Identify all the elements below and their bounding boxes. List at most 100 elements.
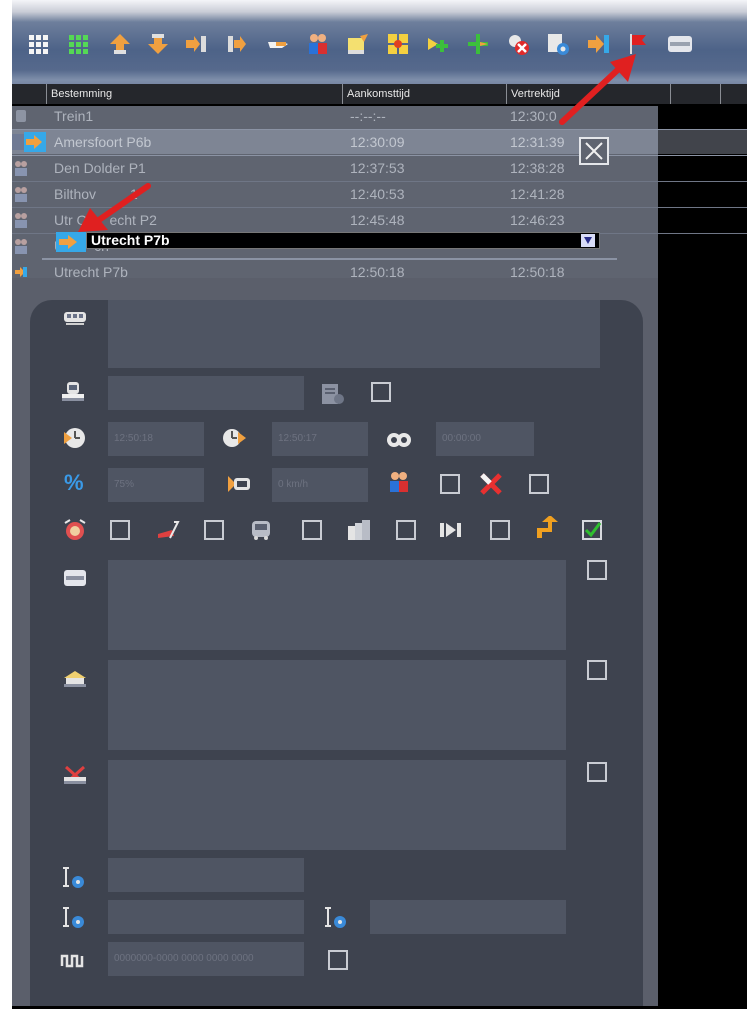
train-icon bbox=[16, 110, 26, 122]
alarm-checkbox[interactable] bbox=[110, 520, 130, 540]
row-arrival: 12:40:53 bbox=[350, 186, 405, 202]
text-setting-field[interactable] bbox=[108, 900, 304, 934]
table-row[interactable]: Utrecht P7b 12:50:18 12:50:18 bbox=[12, 260, 747, 284]
annotation-arrow bbox=[78, 183, 151, 232]
add-plus-icon[interactable] bbox=[466, 32, 490, 56]
row-arrival: 12:45:48 bbox=[350, 212, 405, 228]
cancel-stop-checkbox[interactable] bbox=[529, 474, 549, 494]
enter-arrow-icon bbox=[12, 132, 46, 152]
text-setting-field[interactable] bbox=[370, 900, 566, 934]
cancellation-note-checkbox[interactable] bbox=[587, 762, 607, 782]
station-select[interactable]: Utrecht P7b bbox=[86, 232, 600, 249]
move-down-icon[interactable] bbox=[146, 32, 170, 56]
sign-checkbox[interactable] bbox=[204, 520, 224, 540]
close-button[interactable] bbox=[579, 137, 609, 165]
chevron-down-icon[interactable] bbox=[581, 234, 595, 247]
copy-pages-icon bbox=[348, 520, 370, 540]
skip-stop-icon bbox=[440, 523, 461, 537]
platform-comment-checkbox[interactable] bbox=[587, 560, 607, 580]
departure-time-field[interactable]: 12:50:17 bbox=[272, 422, 368, 456]
insert-before-icon[interactable] bbox=[226, 32, 250, 56]
code-field[interactable]: 0000000-0000 0000 0000 0000 bbox=[108, 942, 304, 976]
signal-wave-icon bbox=[60, 954, 84, 968]
percentage-icon: % bbox=[64, 470, 84, 495]
station-note-checkbox[interactable] bbox=[587, 660, 607, 680]
arrival-time-icon bbox=[64, 428, 85, 448]
copy-checkbox[interactable] bbox=[396, 520, 416, 540]
passengers-icon[interactable] bbox=[306, 32, 330, 56]
row-departure: 12:41:28 bbox=[510, 186, 565, 202]
column-header-arrival[interactable]: Aankomsttijd bbox=[342, 84, 506, 104]
percentage-field[interactable]: 75% bbox=[108, 468, 204, 502]
junction-icon[interactable] bbox=[386, 32, 410, 56]
pointer-hand-icon[interactable] bbox=[266, 32, 290, 56]
text-setting-field[interactable] bbox=[108, 858, 304, 892]
station-roof-icon bbox=[64, 671, 86, 687]
checkmark-icon bbox=[584, 522, 602, 538]
grid-white-icon[interactable] bbox=[26, 32, 50, 56]
close-icon bbox=[585, 142, 603, 160]
reverse-direction-checkbox[interactable] bbox=[582, 520, 602, 540]
row-separator bbox=[42, 258, 617, 260]
annotation-arrow bbox=[559, 54, 636, 125]
departure-time-icon bbox=[223, 429, 246, 447]
row-departure: 12:31:39 bbox=[510, 134, 565, 150]
cancel-stop-icon bbox=[480, 473, 502, 495]
platform-field[interactable] bbox=[108, 376, 304, 410]
passengers-icon bbox=[15, 161, 27, 176]
sign-edit-icon bbox=[158, 521, 180, 539]
passengers-icon bbox=[390, 472, 408, 492]
column-header-empty bbox=[720, 84, 747, 104]
dwell-time-field[interactable]: 00:00:00 bbox=[436, 422, 534, 456]
train-icon bbox=[64, 312, 86, 325]
enter-arrow-icon bbox=[15, 267, 27, 277]
text-settings-icon bbox=[63, 867, 84, 888]
table-row[interactable]: Amersfoort P6b 12:30:09 12:31:39 bbox=[12, 130, 747, 154]
text-settings-icon bbox=[325, 907, 346, 928]
add-green-arrow-icon[interactable] bbox=[426, 32, 450, 56]
passengers-icon bbox=[15, 213, 27, 228]
speed-value: 0 km/h bbox=[278, 479, 309, 490]
passengers-checkbox[interactable] bbox=[440, 474, 460, 494]
row-arrival: 12:50:18 bbox=[350, 264, 405, 280]
row-destination: Utrecht P7b bbox=[54, 264, 128, 280]
move-up-icon[interactable] bbox=[108, 32, 132, 56]
train-front-icon bbox=[252, 521, 270, 540]
column-header-destination[interactable]: Bestemming bbox=[46, 84, 342, 104]
grid-green-icon[interactable] bbox=[66, 32, 90, 56]
platform-comment-field[interactable] bbox=[108, 560, 566, 650]
row-separator bbox=[12, 155, 747, 156]
platform-checkbox[interactable] bbox=[371, 382, 391, 402]
row-destination: Amersfoort P6b bbox=[54, 134, 152, 150]
row-departure: 12:38:28 bbox=[510, 160, 565, 176]
text-settings-icon bbox=[63, 907, 84, 928]
station-note-field[interactable] bbox=[108, 660, 566, 750]
alarm-icon bbox=[64, 519, 86, 540]
row-destination: Den Dolder P1 bbox=[54, 160, 146, 176]
settings-doc-icon[interactable] bbox=[320, 382, 346, 406]
row-departure: 12:46:23 bbox=[510, 212, 565, 228]
departure-time-value: 12:50:17 bbox=[278, 433, 317, 444]
arrival-time-field[interactable]: 12:50:18 bbox=[108, 422, 204, 456]
skip-stop-checkbox[interactable] bbox=[490, 520, 510, 540]
reverse-direction-icon bbox=[537, 516, 558, 538]
train-description-field[interactable] bbox=[108, 300, 600, 368]
train-front-checkbox[interactable] bbox=[302, 520, 322, 540]
passengers-icon bbox=[15, 239, 27, 254]
sign-edit-icon[interactable] bbox=[346, 32, 370, 56]
speed-field[interactable]: 0 km/h bbox=[272, 468, 368, 502]
platform-icon bbox=[64, 570, 86, 586]
column-header-empty bbox=[670, 84, 720, 104]
remove-red-icon[interactable] bbox=[506, 32, 530, 56]
dwell-time-value: 00:00:00 bbox=[442, 433, 481, 444]
insert-after-icon[interactable] bbox=[184, 32, 208, 56]
table-row[interactable]: Den Dolder P1 12:37:53 12:38:28 bbox=[12, 156, 747, 180]
code-checkbox[interactable] bbox=[328, 950, 348, 970]
row-destination: Trein1 bbox=[54, 108, 94, 124]
cancellation-note-field[interactable] bbox=[108, 760, 566, 850]
row-arrival: 12:30:09 bbox=[350, 134, 405, 150]
percentage-value: 75% bbox=[114, 479, 135, 490]
row-departure: 12:30:0 bbox=[510, 108, 557, 124]
code-value: 0000000-0000 0000 0000 0000 bbox=[114, 953, 254, 964]
platform-icon[interactable] bbox=[666, 32, 694, 56]
